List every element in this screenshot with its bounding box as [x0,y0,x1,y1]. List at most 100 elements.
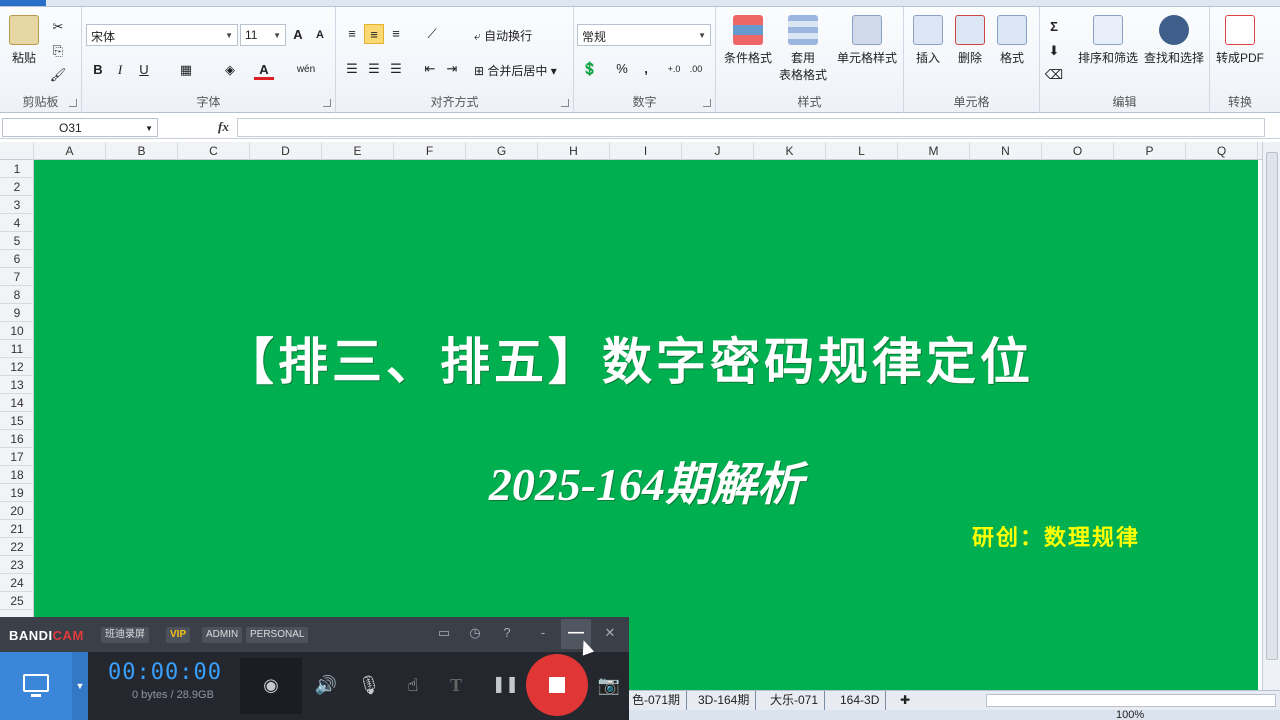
align-right-icon[interactable]: ☰ [386,59,406,79]
insert-cells-button[interactable]: 插入 [910,15,946,66]
insert-function-button[interactable]: fx [218,119,229,135]
pause-icon[interactable]: ❚❚ [492,672,519,698]
format-as-table-button[interactable]: 套用 表格格式 [774,15,832,83]
paste-button[interactable]: 粘贴 [6,15,42,66]
row-header[interactable]: 18 [0,466,34,484]
italic-button[interactable]: I [110,60,130,80]
sheet-tab[interactable]: 大乐-071 [764,691,826,710]
sheet-tab[interactable]: 色-071期 [626,691,688,710]
camera-screenshot-icon[interactable]: 📷 [596,672,622,698]
speaker-icon[interactable]: 🔊 [313,672,339,698]
font-size-select[interactable]: 11 ▼ [240,24,286,46]
text-overlay-button[interactable]: T [443,672,469,698]
clear-icon[interactable]: ⌫ [1044,65,1064,85]
underline-button[interactable]: U [134,60,154,80]
font-color-button[interactable]: A [254,60,274,80]
cell-styles-button[interactable]: 单元格样式 [834,15,900,66]
row-header[interactable]: 5 [0,232,34,250]
autosum-button[interactable]: Σ [1044,17,1064,37]
increase-indent-icon[interactable]: ⇥ [442,59,462,79]
screen-mode-button[interactable] [0,652,72,720]
column-header[interactable]: O [1042,142,1114,160]
stop-record-button[interactable] [526,654,588,716]
row-header[interactable]: 12 [0,358,34,376]
sheet-tab[interactable]: 164-3D [834,691,887,710]
grow-font-icon[interactable]: A [288,25,308,45]
row-header[interactable]: 22 [0,538,34,556]
column-header[interactable]: B [106,142,178,160]
row-header[interactable]: 3 [0,196,34,214]
mode-dropdown-icon[interactable]: ▼ [72,652,88,720]
row-header[interactable]: 13 [0,376,34,394]
column-header[interactable]: I [610,142,682,160]
phonetic-button[interactable]: wén [296,60,316,80]
column-header[interactable]: N [970,142,1042,160]
row-header[interactable]: 14 [0,394,34,412]
increase-decimal-button[interactable]: +.0 [664,59,684,79]
align-middle-icon[interactable]: ≡ [364,24,384,44]
select-all-corner[interactable] [0,142,34,160]
fill-icon[interactable]: ⬇ [1044,41,1064,61]
merge-center-button[interactable]: ⊞ 合并后居中 ▾ [474,62,557,79]
bold-button[interactable]: B [88,60,108,80]
clipboard-launcher-icon[interactable] [69,99,77,107]
column-header[interactable]: C [178,142,250,160]
align-center-icon[interactable]: ☰ [364,59,384,79]
clock-icon[interactable]: ◷ [465,623,485,643]
row-header[interactable]: 1 [0,160,34,178]
percent-button[interactable]: % [612,59,632,79]
row-header[interactable]: 16 [0,430,34,448]
shrink-font-icon[interactable]: A [310,25,330,45]
row-header[interactable]: 2 [0,178,34,196]
fill-color-icon[interactable]: ◈ [220,60,240,80]
cut-icon[interactable]: ✂ [48,17,68,37]
collapse-button[interactable]: - [533,623,553,643]
zoom-level[interactable]: 100% [1116,710,1144,720]
column-header[interactable]: M [898,142,970,160]
webcam-button[interactable]: ◉ [240,658,302,714]
vertical-scrollbar[interactable] [1262,142,1280,690]
new-sheet-icon[interactable]: ✚ [894,691,916,710]
comma-button[interactable]: , [636,59,656,79]
column-header[interactable]: J [682,142,754,160]
tab-file[interactable] [0,0,46,6]
delete-cells-button[interactable]: 删除 [952,15,988,66]
formula-input[interactable] [237,118,1265,137]
column-header[interactable]: G [466,142,538,160]
vertical-scroll-thumb[interactable] [1266,152,1278,660]
font-family-select[interactable]: 宋体 ▼ [86,24,238,46]
conditional-format-button[interactable]: 条件格式 [720,15,776,66]
align-left-icon[interactable]: ☰ [342,59,362,79]
orientation-icon[interactable]: ⟋ [422,24,442,44]
number-format-select[interactable]: 常规 ▼ [577,24,711,46]
mouse-click-icon[interactable]: ☝ [400,672,426,698]
wrap-text-button[interactable]: ⤶ 自动换行 [474,27,532,44]
format-painter-icon[interactable]: 🖌 [48,65,68,85]
row-header[interactable]: 20 [0,502,34,520]
horizontal-scrollbar[interactable] [986,694,1276,707]
align-bottom-icon[interactable]: ≡ [386,24,406,44]
column-header[interactable]: K [754,142,826,160]
row-header[interactable]: 11 [0,340,34,358]
row-header[interactable]: 10 [0,322,34,340]
row-header[interactable]: 17 [0,448,34,466]
column-header[interactable]: A [34,142,106,160]
sheet-tab[interactable]: 3D-164期 [692,691,757,710]
copy-icon[interactable]: ⎘ [48,41,68,61]
format-cells-button[interactable]: 格式 [994,15,1030,66]
row-header[interactable]: 24 [0,574,34,592]
sheet-green-area[interactable]: 【排三、排五】数字密码规律定位 2025-164期解析 研创：数理规律 [34,160,1258,690]
font-launcher-icon[interactable] [323,99,331,107]
row-header[interactable]: 8 [0,286,34,304]
folder-icon[interactable]: ▭ [434,623,454,643]
column-header[interactable]: H [538,142,610,160]
row-header[interactable]: 25 [0,592,34,610]
column-header[interactable]: L [826,142,898,160]
row-header[interactable]: 9 [0,304,34,322]
decrease-decimal-button[interactable]: .00 [686,59,706,79]
row-header[interactable]: 19 [0,484,34,502]
column-header[interactable]: E [322,142,394,160]
microphone-icon[interactable]: 🎙 [356,672,382,698]
row-header[interactable]: 7 [0,268,34,286]
currency-icon[interactable]: 💲 [580,59,600,79]
